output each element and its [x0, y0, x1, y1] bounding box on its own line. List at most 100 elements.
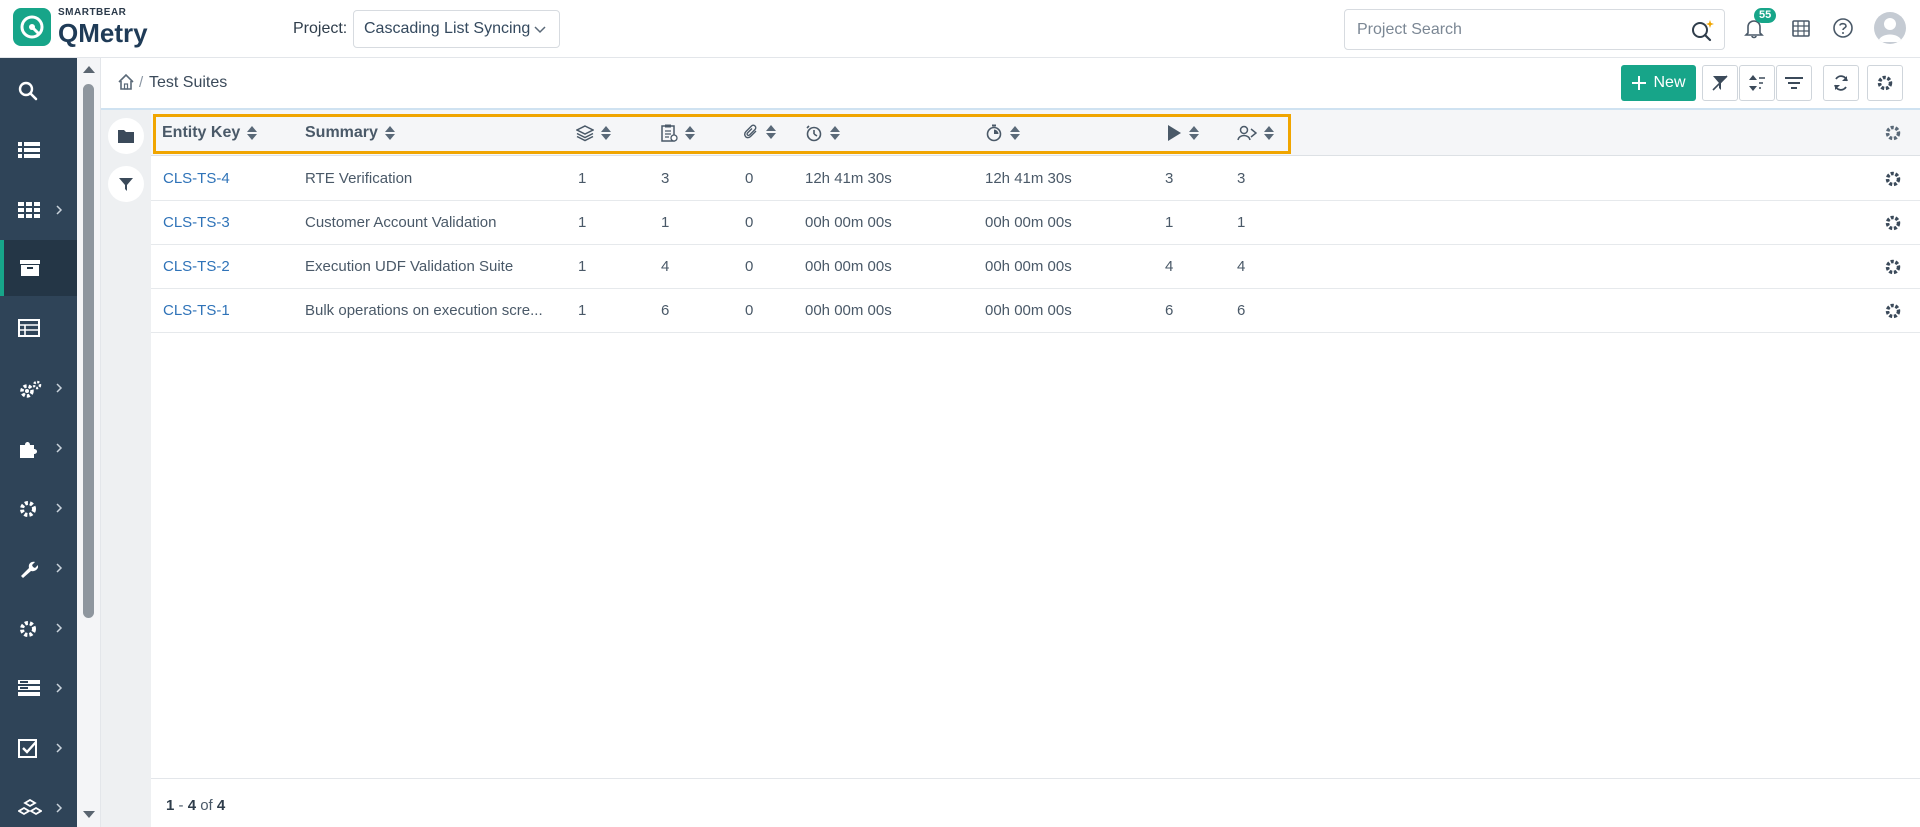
- layers-cell: 1: [578, 258, 587, 275]
- page-settings-button[interactable]: [1867, 65, 1903, 101]
- sort-toggle-icon[interactable]: [685, 126, 695, 140]
- sort-toggle-icon[interactable]: [766, 125, 776, 139]
- sidebar-item-modules[interactable]: [0, 780, 77, 827]
- breadcrumb-separator: /: [139, 74, 144, 91]
- sort-toggle-icon[interactable]: [384, 126, 395, 140]
- sidebar-item-reports[interactable]: [0, 300, 77, 356]
- sort-toggle-icon[interactable]: [1189, 126, 1199, 140]
- column-test-cases[interactable]: [660, 124, 695, 142]
- project-dropdown-value: Cascading List Syncing: [364, 20, 531, 37]
- table-row[interactable]: CLS-TS-4 RTE Verification 1 3 0 12h 41m …: [151, 157, 1920, 201]
- sidebar-item-integrations[interactable]: [0, 360, 77, 416]
- left-sidebar: [0, 58, 77, 827]
- help-icon[interactable]: [1832, 17, 1854, 39]
- refresh-button[interactable]: [1823, 65, 1859, 101]
- filter-button[interactable]: [1776, 65, 1812, 101]
- new-button[interactable]: New: [1621, 65, 1696, 101]
- executions-cell: 6: [1165, 302, 1174, 319]
- column-settings-icon[interactable]: [1884, 124, 1902, 142]
- scroll-up-icon[interactable]: [82, 64, 96, 74]
- column-summary[interactable]: Summary: [305, 124, 395, 142]
- row-settings-icon[interactable]: [1884, 170, 1902, 188]
- executions-cell: 1: [1165, 214, 1174, 231]
- pagination-info: 1 - 4 of 4: [166, 797, 225, 814]
- sidebar-scrollbar[interactable]: [77, 58, 101, 827]
- sort-toggle-icon[interactable]: [1264, 126, 1274, 140]
- project-dropdown[interactable]: Cascading List Syncing: [353, 10, 560, 48]
- sidebar-item-data[interactable]: [0, 660, 77, 716]
- column-actual-time[interactable]: [985, 124, 1020, 142]
- qmetry-logo[interactable]: SMARTBEAR QMetry: [13, 8, 148, 46]
- sort-toggle-icon[interactable]: [247, 126, 258, 140]
- column-assigned[interactable]: [1237, 124, 1274, 142]
- gear-icon: [18, 499, 38, 519]
- sidebar-item-test-suites[interactable]: [0, 240, 77, 296]
- checkbox-icon: [18, 739, 38, 759]
- column-summary-label: Summary: [305, 124, 378, 141]
- ai-search-icon[interactable]: [1690, 18, 1716, 42]
- pagination-of: of: [200, 797, 213, 814]
- plus-icon: [1631, 75, 1647, 91]
- sidebar-item-grid[interactable]: [0, 182, 77, 238]
- home-icon[interactable]: [117, 73, 135, 91]
- table-row[interactable]: CLS-TS-3 Customer Account Validation 1 1…: [151, 201, 1920, 245]
- folder-rail: [101, 110, 151, 827]
- stopwatch-icon: [805, 124, 823, 142]
- column-executions[interactable]: [1166, 124, 1199, 142]
- sidebar-item-tools[interactable]: [0, 540, 77, 596]
- row-settings-icon[interactable]: [1884, 258, 1902, 276]
- rail-filter-button[interactable]: [108, 166, 144, 202]
- column-attachments[interactable]: [743, 124, 776, 140]
- clear-filter-button[interactable]: [1702, 65, 1738, 101]
- chevron-right-icon: [55, 682, 63, 694]
- table-icon: [18, 319, 40, 337]
- layers-cell: 1: [578, 302, 587, 319]
- project-search[interactable]: [1344, 9, 1725, 50]
- server-icon: [18, 679, 40, 697]
- sidebar-item-tasks[interactable]: [0, 720, 77, 776]
- chevron-right-icon: [55, 562, 63, 574]
- assigned-cell: 3: [1237, 170, 1246, 187]
- column-layers[interactable]: [576, 124, 611, 142]
- table-row[interactable]: CLS-TS-1 Bulk operations on execution sc…: [151, 289, 1920, 333]
- folder-tree-button[interactable]: [108, 118, 144, 154]
- column-estimated-time[interactable]: [805, 124, 840, 142]
- executions-cell: 3: [1165, 170, 1174, 187]
- chevron-down-icon: [533, 23, 547, 37]
- filter-clear-icon: [1711, 74, 1729, 92]
- settings-icon: [18, 619, 38, 639]
- list-icon: [18, 141, 40, 159]
- entity-key-link[interactable]: CLS-TS-1: [163, 302, 230, 319]
- entity-key-link[interactable]: CLS-TS-2: [163, 258, 230, 275]
- summary-cell: Customer Account Validation: [305, 214, 497, 231]
- calendar-icon[interactable]: [1790, 17, 1812, 39]
- user-assign-icon: [1237, 124, 1257, 142]
- sort-toggle-icon[interactable]: [830, 126, 840, 140]
- table-row[interactable]: CLS-TS-2 Execution UDF Validation Suite …: [151, 245, 1920, 289]
- column-entity-key[interactable]: Entity Key: [162, 124, 258, 142]
- pagination-total: 4: [216, 797, 226, 814]
- sidebar-item-configuration[interactable]: [0, 480, 77, 536]
- sidebar-item-apps[interactable]: [0, 420, 77, 476]
- sidebar-item-list[interactable]: [0, 122, 77, 178]
- sidebar-item-settings[interactable]: [0, 600, 77, 656]
- row-settings-icon[interactable]: [1884, 214, 1902, 232]
- scroll-down-icon[interactable]: [82, 810, 96, 820]
- sort-toggle-icon[interactable]: [1010, 126, 1020, 140]
- user-avatar[interactable]: [1874, 12, 1906, 44]
- row-settings-icon[interactable]: [1884, 302, 1902, 320]
- grid-icon: [18, 201, 40, 219]
- sort-button[interactable]: [1739, 65, 1775, 101]
- sort-toggle-icon[interactable]: [601, 126, 611, 140]
- sidebar-item-search[interactable]: [0, 62, 77, 118]
- test-cases-cell: 4: [661, 258, 670, 275]
- project-label: Project:: [293, 20, 348, 37]
- project-search-input[interactable]: [1357, 20, 1677, 39]
- actual-time-cell: 00h 00m 00s: [985, 214, 1072, 231]
- entity-key-link[interactable]: CLS-TS-4: [163, 170, 230, 187]
- gears-icon: [18, 379, 42, 401]
- chevron-right-icon: [55, 204, 63, 216]
- test-cases-cell: 1: [661, 214, 670, 231]
- entity-key-link[interactable]: CLS-TS-3: [163, 214, 230, 231]
- scrollbar-thumb[interactable]: [83, 84, 94, 618]
